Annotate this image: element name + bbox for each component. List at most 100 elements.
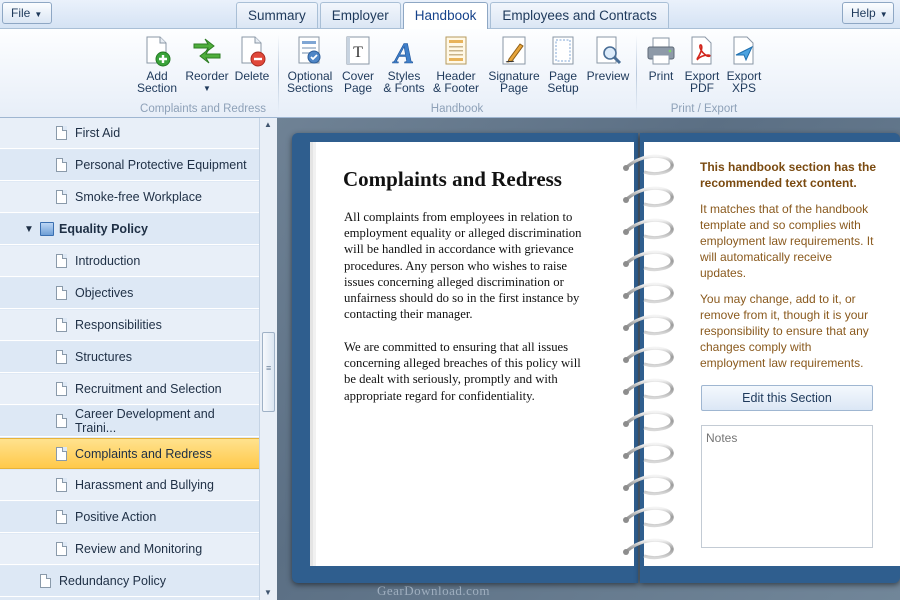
handbook-section-tree: First Aid Personal Protective Equipment … <box>0 118 277 600</box>
styles-fonts-button[interactable]: A Styles & Fonts <box>382 35 426 94</box>
page-setup-button[interactable]: Page Setup <box>544 35 582 94</box>
tab-summary[interactable]: Summary <box>236 2 318 28</box>
tree-item-label: Personal Protective Equipment <box>75 158 247 172</box>
printer-icon <box>645 35 677 67</box>
tree-item-complaints-and-redress[interactable]: Complaints and Redress <box>0 438 259 469</box>
styles-fonts-icon: A <box>388 35 420 67</box>
chevron-down-icon: ▼ <box>879 10 888 19</box>
signature-page-button[interactable]: Signature Page <box>486 35 542 94</box>
edit-section-button[interactable]: Edit this Section <box>701 385 873 411</box>
section-title: Complaints and Redress <box>343 167 562 191</box>
tab-employees-and-contracts[interactable]: Employees and Contracts <box>490 2 669 28</box>
document-icon <box>56 318 67 332</box>
print-button[interactable]: Print <box>642 35 680 82</box>
export-pdf-button[interactable]: Export PDF <box>682 35 722 94</box>
header-footer-button[interactable]: Header & Footer <box>432 35 480 94</box>
tree-item-recruitment-and-selection[interactable]: Recruitment and Selection <box>0 374 259 405</box>
ribbon-group-handbook: Optional Sections T Cover Page A Styles … <box>282 33 632 117</box>
help-menu-label: Help <box>851 6 876 20</box>
tree-item-positive-action[interactable]: Positive Action <box>0 502 259 533</box>
optional-sections-button[interactable]: Optional Sections <box>286 35 334 94</box>
document-icon <box>56 446 67 461</box>
tree-item-label: Harassment and Bullying <box>75 478 214 492</box>
policy-folder-icon <box>40 222 54 236</box>
export-xps-button[interactable]: Export XPS <box>724 35 764 94</box>
ribbon-group-label: Handbook <box>430 103 484 115</box>
optional-sections-icon <box>294 35 326 67</box>
grip-icon: ≡ <box>266 363 272 373</box>
cover-page-button[interactable]: T Cover Page <box>338 35 378 94</box>
signature-page-label-2: Page <box>499 81 529 95</box>
help-menu-button[interactable]: Help ▼ <box>842 2 894 24</box>
document-icon <box>56 126 67 140</box>
tree-item-label: Structures <box>75 350 132 364</box>
notes-field[interactable] <box>701 425 873 548</box>
document-icon <box>56 510 67 524</box>
add-section-label-2: Section <box>136 81 178 95</box>
tree-item-equality-policy[interactable]: ▼ Equality Policy <box>0 214 259 245</box>
add-section-button[interactable]: Add Section <box>137 35 177 94</box>
tree-item-objectives[interactable]: Objectives <box>0 278 259 309</box>
ribbon-group-section: Add Section Reorder ▼ Delete Complaints … <box>133 33 273 117</box>
page-setup-icon <box>547 35 579 67</box>
reorder-arrows-icon <box>191 35 223 67</box>
tree-item-career-development[interactable]: Career Development and Traini... <box>0 406 259 437</box>
tree-item-label: Responsibilities <box>75 318 162 332</box>
document-icon <box>56 158 67 172</box>
tab-handbook[interactable]: Handbook <box>402 2 489 30</box>
pdf-icon <box>686 35 718 67</box>
delete-document-icon <box>236 35 268 67</box>
delete-button[interactable]: Delete <box>232 35 272 82</box>
document-icon <box>56 350 67 364</box>
tree-item-first-aid[interactable]: First Aid <box>0 118 259 149</box>
tree-item-label: Introduction <box>75 254 141 268</box>
ribbon-group-print-export: Print Export PDF Export XPS Print / Expo… <box>640 33 768 117</box>
ribbon: Add Section Reorder ▼ Delete Complaints … <box>0 29 900 118</box>
tree-item-harassment-and-bullying[interactable]: Harassment and Bullying <box>0 470 259 501</box>
tree-item-label: Review and Monitoring <box>75 542 203 556</box>
cover-page-label-2: Page <box>343 81 373 95</box>
tree-item-redundancy-policy[interactable]: Redundancy Policy <box>0 566 259 597</box>
page-setup-label-2: Setup <box>547 81 579 95</box>
ribbon-group-label: Complaints and Redress <box>140 103 266 115</box>
export-xps-label-2: XPS <box>731 81 756 95</box>
document-icon <box>56 254 67 268</box>
chevron-down-icon: ▼ <box>203 84 211 93</box>
tree-item-label: Objectives <box>75 286 134 300</box>
tab-employer[interactable]: Employer <box>319 2 401 28</box>
tree-item-label: Complaints and Redress <box>75 446 212 461</box>
tree-item-smoke-free-workplace[interactable]: Smoke-free Workplace <box>0 182 259 213</box>
tree-item-label: Smoke-free Workplace <box>75 190 202 204</box>
tree-item-responsibilities[interactable]: Responsibilities <box>0 310 259 341</box>
preview-button[interactable]: Preview <box>586 35 630 82</box>
ribbon-group-label: Print / Export <box>670 103 738 115</box>
scroll-up-arrow-icon[interactable]: ▲ <box>264 120 272 129</box>
ribbon-separator <box>636 35 637 113</box>
document-icon <box>56 286 67 300</box>
document-icon <box>56 478 67 492</box>
file-menu-label: File <box>11 6 31 20</box>
tree-item-personal-protective-equipment[interactable]: Personal Protective Equipment <box>0 150 259 181</box>
reorder-button[interactable]: Reorder ▼ <box>184 35 230 95</box>
content-responsibility-text: You may change, add to it, or remove fro… <box>700 292 869 370</box>
scroll-down-arrow-icon[interactable]: ▼ <box>264 588 272 597</box>
tree-scrollbar[interactable]: ▲ ≡ ▼ <box>259 118 277 600</box>
content-status-heading: This handbook section has the recommende… <box>700 160 877 190</box>
tree-item-introduction[interactable]: Introduction <box>0 246 259 277</box>
scrollbar-thumb[interactable]: ≡ <box>262 332 275 412</box>
spiral-binding-rings <box>623 154 674 560</box>
top-bar: File ▼ Summary Employer Handbook Employee… <box>0 0 900 30</box>
file-menu-button[interactable]: File ▼ <box>2 2 52 24</box>
document-icon <box>56 382 67 396</box>
cover-page-icon: T <box>342 35 374 67</box>
expand-arrow-icon[interactable]: ▼ <box>24 224 34 235</box>
chevron-down-icon: ▼ <box>34 10 43 19</box>
section-paragraph: All complaints from employees in relatio… <box>344 210 582 322</box>
signature-pen-icon <box>498 35 530 67</box>
svg-text:T: T <box>353 44 363 61</box>
header-footer-label-2: & Footer <box>432 81 480 95</box>
tree-item-review-and-monitoring[interactable]: Review and Monitoring <box>0 534 259 565</box>
tree-item-structures[interactable]: Structures <box>0 342 259 373</box>
tree-item-label: Recruitment and Selection <box>75 382 222 396</box>
document-icon <box>56 190 67 204</box>
